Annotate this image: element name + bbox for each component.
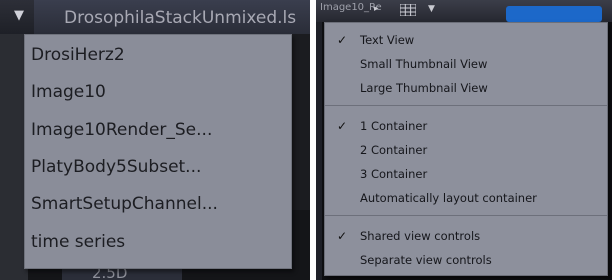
menu-item-time-series[interactable]: time series	[31, 228, 125, 256]
accent-button[interactable]	[506, 6, 602, 22]
tab-arrow-icon[interactable]: ▸	[374, 4, 379, 14]
menu-item-smartsetupchannel[interactable]: SmartSetupChannel...	[31, 190, 218, 218]
view-options-menu: ✓ Text View Small Thumbnail View Large T…	[324, 22, 608, 276]
menu-separator	[325, 215, 607, 216]
checkmark-icon: ✓	[337, 33, 348, 47]
checkmark-icon: ✓	[337, 119, 348, 133]
side-strip	[316, 22, 322, 280]
menu-item-separate-view-controls[interactable]: Separate view controls	[325, 249, 607, 271]
dropdown-arrow-icon[interactable]: ▼	[14, 8, 24, 23]
view-dropdown-arrow-icon[interactable]: ▼	[428, 4, 435, 14]
document-tab-label[interactable]: DrosophilaStackUnmixed.ls	[64, 8, 296, 28]
menu-item-label: Shared view controls	[360, 229, 481, 243]
menu-item-image10render[interactable]: Image10Render_Se...	[31, 116, 212, 144]
view-options-panel: Image10_Re ▸ ▼ ✓ Text View Small Thumbna…	[316, 0, 612, 280]
grid-layout-icon[interactable]	[400, 4, 416, 16]
menu-item-label: Text View	[360, 33, 415, 47]
menu-item-label: 3 Container	[360, 167, 428, 181]
document-tab-label[interactable]: Image10_Re	[320, 2, 382, 13]
menu-item-label: Separate view controls	[360, 253, 492, 267]
menu-separator	[325, 105, 607, 106]
menu-item-drosiherz2[interactable]: DrosiHerz2	[31, 41, 125, 69]
checkmark-icon: ✓	[337, 229, 348, 243]
menu-item-label: 1 Container	[360, 119, 428, 133]
menu-item-large-thumbnail-view[interactable]: Large Thumbnail View	[325, 77, 607, 99]
menu-item-auto-layout-container[interactable]: Automatically layout container	[325, 187, 607, 209]
document-dropdown-menu: DrosiHerz2 Image10 Image10Render_Se... P…	[24, 34, 292, 269]
menu-item-shared-view-controls[interactable]: ✓ Shared view controls	[325, 225, 607, 247]
menu-item-3-container[interactable]: 3 Container	[325, 163, 607, 185]
menu-item-platybody5subset[interactable]: PlatyBody5Subset...	[31, 153, 201, 181]
menu-item-image10[interactable]: Image10	[31, 78, 106, 106]
menu-item-1-container[interactable]: ✓ 1 Container	[325, 115, 607, 137]
menu-item-2-container[interactable]: 2 Container	[325, 139, 607, 161]
menu-item-text-view[interactable]: ✓ Text View	[325, 29, 607, 51]
menu-item-label: Large Thumbnail View	[360, 81, 488, 95]
menu-item-label: 2 Container	[360, 143, 428, 157]
menu-item-label: Small Thumbnail View	[360, 57, 488, 71]
document-switcher-panel: ▼ DrosophilaStackUnmixed.ls 2.5D DrosiHe…	[0, 0, 310, 280]
menu-item-label: Automatically layout container	[360, 191, 537, 205]
menu-item-small-thumbnail-view[interactable]: Small Thumbnail View	[325, 53, 607, 75]
